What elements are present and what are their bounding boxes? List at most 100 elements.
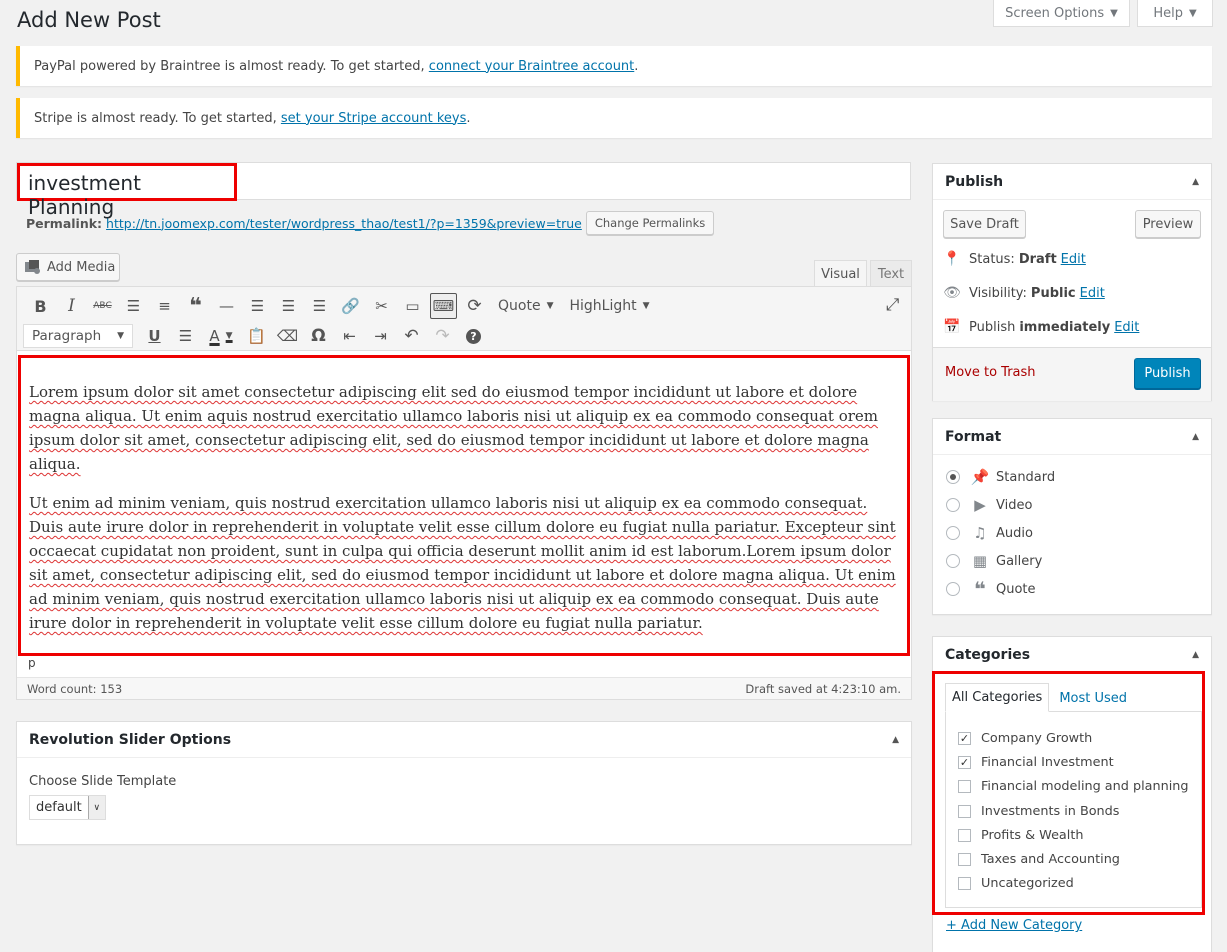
- publish-button[interactable]: Publish: [1134, 358, 1201, 389]
- element-path: p: [28, 656, 36, 670]
- paste-text-icon[interactable]: 📋: [241, 323, 272, 349]
- move-to-trash-link[interactable]: Move to Trash: [945, 365, 1036, 380]
- tab-all-categories[interactable]: All Categories: [945, 683, 1050, 712]
- checkbox[interactable]: ✓: [958, 731, 971, 745]
- visibility-value: Public: [1030, 285, 1076, 301]
- category-item[interactable]: ✓ Company Growth: [958, 726, 1189, 750]
- checkbox[interactable]: [958, 828, 971, 842]
- quote-dropdown[interactable]: Quote ▼: [490, 293, 561, 319]
- notice-end: .: [634, 58, 639, 74]
- indent-icon[interactable]: ⇥: [365, 323, 396, 349]
- fullscreen-icon[interactable]: ⤢: [877, 292, 908, 318]
- checkbox[interactable]: [958, 853, 971, 867]
- stripe-keys-link[interactable]: set your Stripe account keys: [281, 111, 467, 126]
- align-center-icon[interactable]: ☰: [273, 293, 304, 319]
- checkbox[interactable]: [958, 877, 971, 891]
- collapse-icon[interactable]: ▲: [1192, 432, 1199, 442]
- checkbox[interactable]: [958, 804, 971, 818]
- page-title: Add New Post: [17, 8, 161, 32]
- undo-icon[interactable]: ↶: [396, 323, 427, 349]
- special-character-icon[interactable]: Ω: [303, 323, 334, 349]
- publish-header[interactable]: Publish ▲: [933, 164, 1211, 200]
- category-item[interactable]: Taxes and Accounting: [958, 847, 1189, 871]
- radio-button[interactable]: [946, 554, 960, 568]
- tab-visual[interactable]: Visual: [814, 260, 867, 287]
- align-right-icon[interactable]: ☰: [304, 293, 335, 319]
- italic-icon[interactable]: I: [56, 293, 87, 319]
- checkbox[interactable]: ✓: [958, 755, 971, 769]
- save-draft-button[interactable]: Save Draft: [943, 210, 1026, 238]
- format-option-label: Standard: [996, 469, 1056, 485]
- insert-link-icon[interactable]: 🔗: [335, 293, 366, 319]
- radio-button[interactable]: [946, 582, 960, 596]
- preview-button[interactable]: Preview: [1135, 210, 1201, 238]
- draft-saved-status: Draft saved at 4:23:10 am.: [745, 681, 901, 696]
- checkbox[interactable]: [958, 780, 971, 794]
- screen-options-button[interactable]: Screen Options ▼: [993, 0, 1130, 27]
- notice-text: Stripe is almost ready. To get started,: [34, 110, 277, 126]
- permalink-link[interactable]: http://tn.joomexp.com/tester/wordpress_t…: [106, 216, 582, 231]
- caret-down-icon: ▼: [117, 331, 124, 341]
- read-more-icon[interactable]: ▭: [397, 293, 428, 319]
- collapse-icon[interactable]: ▲: [1192, 650, 1199, 660]
- category-item[interactable]: Profits & Wealth: [958, 823, 1189, 847]
- category-label: Financial Investment: [981, 754, 1114, 770]
- tab-text[interactable]: Text: [870, 260, 912, 287]
- category-item[interactable]: Investments in Bonds: [958, 799, 1189, 823]
- radio-button[interactable]: [946, 470, 960, 484]
- format-select-value: Paragraph: [32, 328, 102, 344]
- bullet-list-icon[interactable]: ☰: [118, 293, 149, 319]
- radio-button[interactable]: [946, 526, 960, 540]
- status-label: Status:: [969, 251, 1015, 267]
- horizontal-line-icon[interactable]: —: [211, 293, 242, 319]
- outdent-icon[interactable]: ⇤: [334, 323, 365, 349]
- collapse-icon[interactable]: ▲: [892, 735, 899, 745]
- add-media-button[interactable]: Add Media: [16, 253, 120, 281]
- clear-formatting-icon[interactable]: ⌫: [272, 323, 303, 349]
- collapse-icon[interactable]: ▲: [1192, 177, 1199, 187]
- tab-most-used[interactable]: Most Used: [1053, 685, 1133, 712]
- categories-header[interactable]: Categories ▲: [933, 637, 1211, 673]
- media-icon: [25, 260, 40, 274]
- help-icon[interactable]: ?: [458, 323, 489, 349]
- add-new-category-link[interactable]: + Add New Category: [946, 918, 1082, 933]
- redo-icon[interactable]: ↷: [427, 323, 458, 349]
- strikethrough-icon[interactable]: ABC: [87, 293, 118, 319]
- visibility-edit-link[interactable]: Edit: [1080, 286, 1105, 301]
- category-checklist: ✓ Company Growth ✓ Financial Investment Fi…: [945, 711, 1202, 908]
- format-option-standard[interactable]: 📌 Standard: [946, 463, 1211, 491]
- category-item[interactable]: Financial modeling and planning: [958, 775, 1189, 799]
- editor-status-bar: Word count: 153 Draft saved at 4:23:10 a…: [17, 677, 911, 699]
- post-title-input[interactable]: investment Planning: [17, 163, 237, 219]
- unlink-icon[interactable]: ✂: [366, 293, 397, 319]
- bold-icon[interactable]: B: [25, 293, 56, 319]
- category-item[interactable]: Uncategorized: [958, 872, 1189, 896]
- braintree-connect-link[interactable]: connect your Braintree account: [429, 59, 634, 74]
- highlight-dropdown[interactable]: HighLight ▼: [561, 293, 657, 319]
- radio-button[interactable]: [946, 498, 960, 512]
- content-paragraph: Ut enim ad minim veniam, quis nostrud ex…: [29, 494, 896, 632]
- editor-content[interactable]: Lorem ipsum dolor sit amet consectetur a…: [18, 355, 910, 656]
- format-option-video[interactable]: ▶ Video: [946, 491, 1211, 519]
- numbered-list-icon[interactable]: ≡: [149, 293, 180, 319]
- template-select[interactable]: default ∨: [29, 795, 106, 820]
- align-left-icon[interactable]: ☰: [242, 293, 273, 319]
- format-option-audio[interactable]: ♫ Audio: [946, 519, 1211, 547]
- format-option-gallery[interactable]: ▦ Gallery: [946, 547, 1211, 575]
- toolbar-toggle-icon[interactable]: ⌨: [430, 293, 457, 319]
- format-header[interactable]: Format ▲: [933, 419, 1211, 455]
- text-color-icon[interactable]: A ▼: [201, 323, 241, 349]
- revslider-header[interactable]: Revolution Slider Options ▲: [17, 722, 911, 758]
- change-permalinks-button[interactable]: Change Permalinks: [585, 211, 715, 235]
- blockquote-icon[interactable]: ❝: [180, 293, 211, 319]
- status-edit-link[interactable]: Edit: [1061, 252, 1086, 267]
- permalink-row: Permalink: http://tn.joomexp.com/tester/…: [26, 211, 715, 235]
- format-option-quote[interactable]: ❝ Quote: [946, 575, 1211, 603]
- format-select[interactable]: Paragraph ▼: [23, 324, 133, 348]
- justify-icon[interactable]: ☰: [170, 323, 201, 349]
- refresh-icon[interactable]: ⟳: [459, 293, 490, 319]
- schedule-edit-link[interactable]: Edit: [1114, 320, 1139, 335]
- category-item[interactable]: ✓ Financial Investment: [958, 750, 1189, 774]
- underline-icon[interactable]: U: [139, 323, 170, 349]
- help-button[interactable]: Help ▼: [1137, 0, 1213, 27]
